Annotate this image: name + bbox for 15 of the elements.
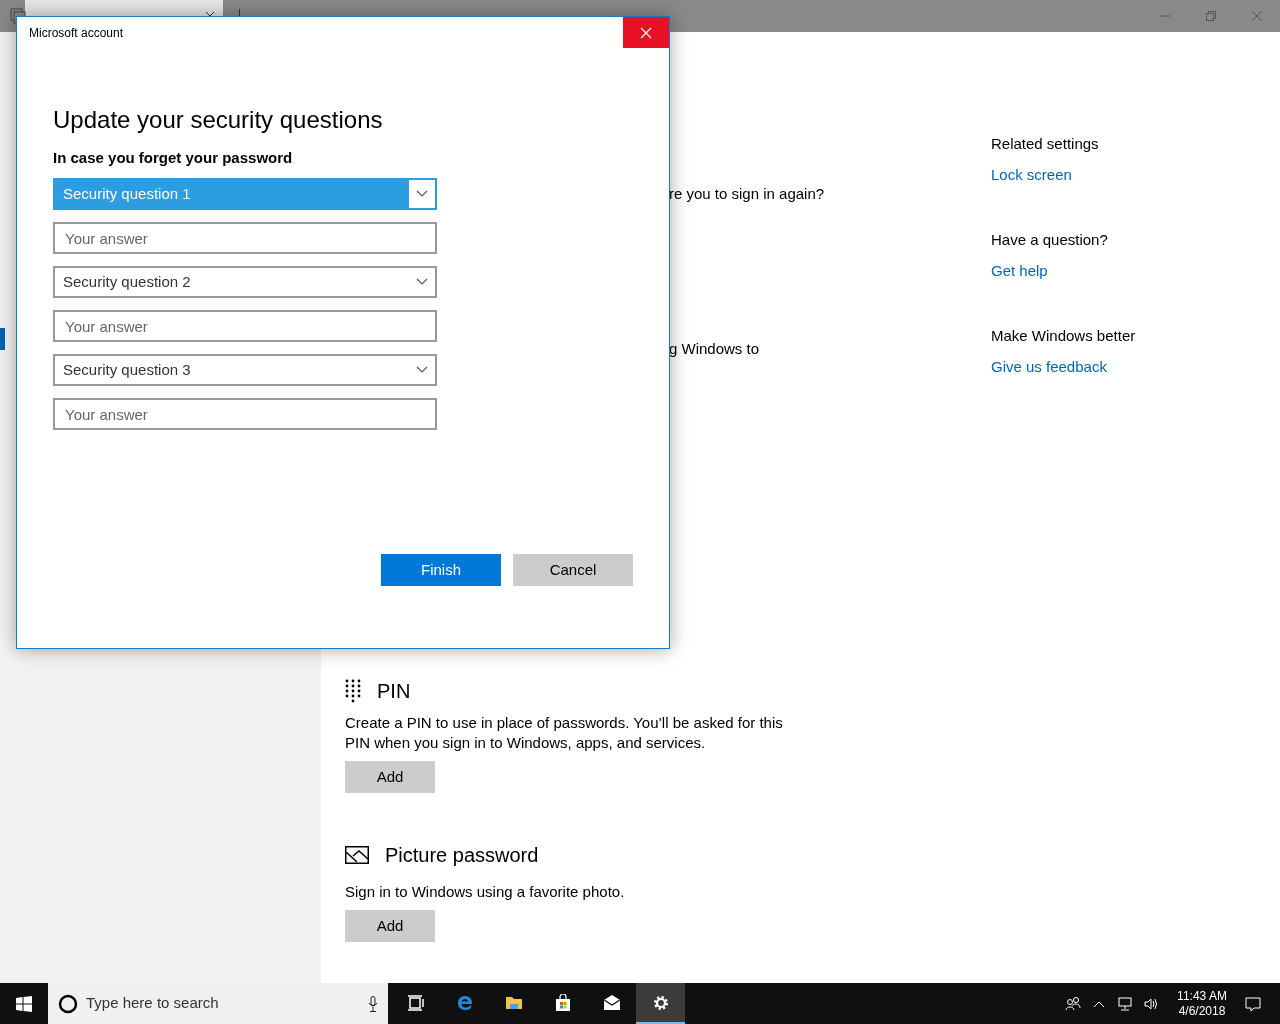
partial-text: g Windows to [669, 339, 760, 359]
dialog-title: Microsoft account [29, 24, 124, 42]
dialog-subheading: In case you forget your password [53, 148, 294, 168]
partial-text: re you to sign in again? [669, 184, 825, 204]
section-title: PIN [377, 679, 411, 704]
related-heading: Make Windows better [991, 326, 1136, 346]
related-heading: Related settings [991, 134, 1100, 154]
dialog-heading: Update your security questions [53, 105, 384, 135]
section-title: Picture password [385, 843, 539, 868]
related-heading: Have a question? [991, 230, 1109, 250]
clock-time: 11:43 AM [1176, 988, 1228, 1004]
clock-date: 4/6/2018 [1177, 1003, 1227, 1019]
section-description: Sign in to Windows using a favorite photo. [345, 882, 626, 902]
section-description: Create a PIN to use in place of passwords. You’ll be asked for this PIN when you sign in to Windows, apps, and services. [345, 713, 784, 753]
search-placeholder: Type here to search [86, 993, 219, 1014]
